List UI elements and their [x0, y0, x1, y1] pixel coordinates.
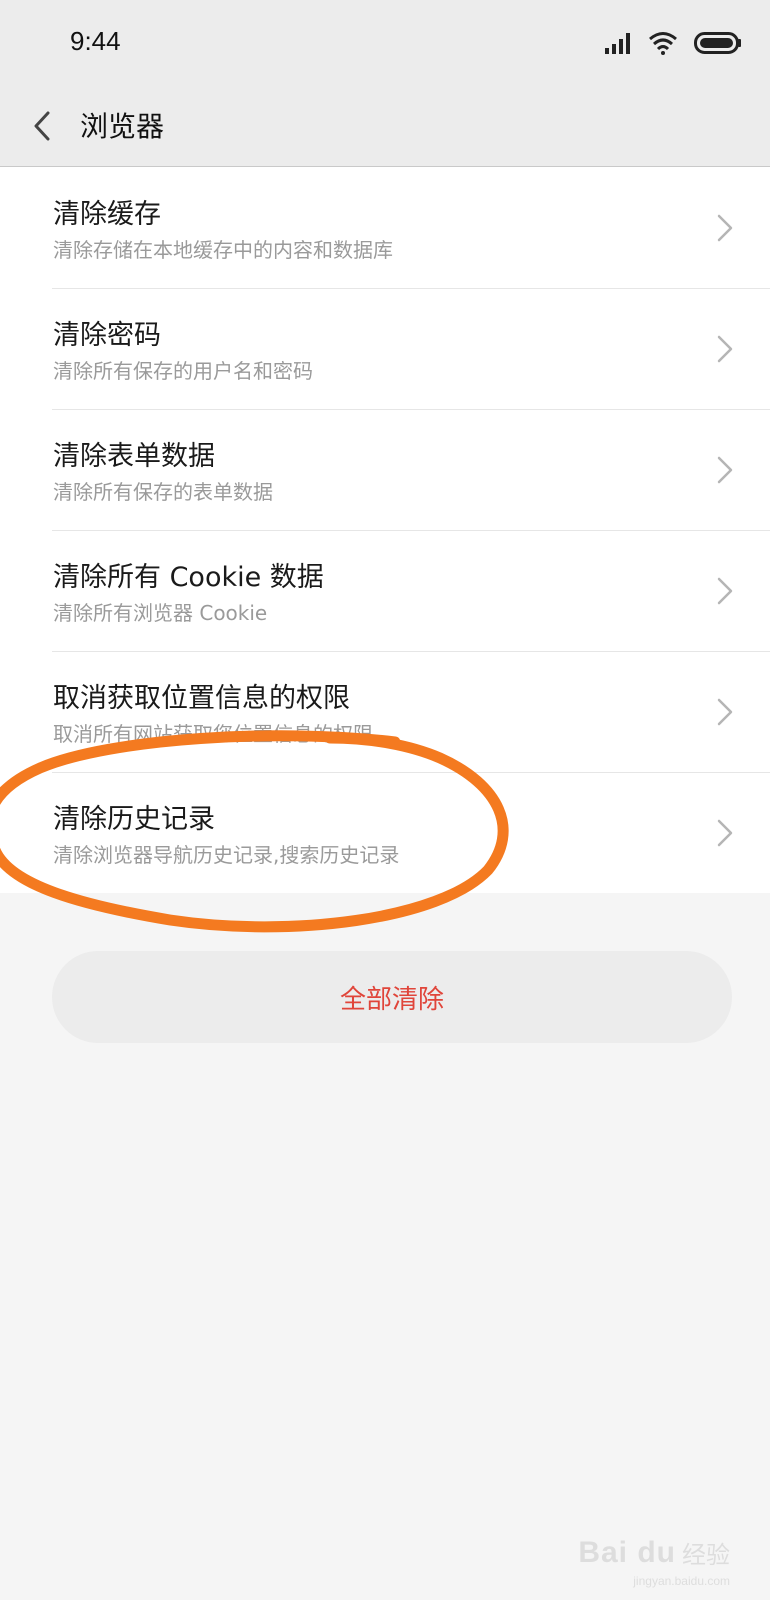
clear-all-label: 全部清除 [339, 984, 444, 1015]
item-title: 取消获取位置信息的权限 [53, 683, 350, 714]
item-subtitle: 清除存储在本地缓存中的内容和数据库 [53, 238, 393, 262]
item-title: 清除表单数据 [53, 441, 215, 472]
clear-passwords-item[interactable]: 清除密码 清除所有保存的用户名和密码 [0, 288, 770, 409]
chevron-right-icon [717, 698, 733, 726]
signal-icon [605, 33, 630, 54]
item-title: 清除所有 Cookie 数据 [53, 562, 324, 593]
chevron-right-icon [717, 456, 733, 484]
watermark-url: jingyan.baidu.com [633, 1574, 730, 1588]
clear-cache-item[interactable]: 清除缓存 清除存储在本地缓存中的内容和数据库 [0, 167, 770, 288]
item-title: 清除历史记录 [53, 804, 215, 835]
item-subtitle: 清除所有保存的用户名和密码 [53, 359, 313, 383]
chevron-left-icon [34, 111, 50, 141]
wifi-icon [649, 32, 677, 55]
battery-icon [694, 32, 741, 54]
item-title: 清除缓存 [53, 199, 161, 230]
item-subtitle: 取消所有网站获取您位置信息的权限 [53, 722, 373, 746]
clear-cookies-item[interactable]: 清除所有 Cookie 数据 清除所有浏览器 Cookie [0, 530, 770, 651]
revoke-location-permission-item[interactable]: 取消获取位置信息的权限 取消所有网站获取您位置信息的权限 [0, 651, 770, 772]
baidu-jingyan-watermark: Bai du 经验 jingyan.baidu.com [578, 1535, 730, 1588]
chevron-right-icon [717, 577, 733, 605]
chevron-right-icon [717, 214, 733, 242]
settings-list: 清除缓存 清除存储在本地缓存中的内容和数据库 清除密码 清除所有保存的用户名和密… [0, 167, 770, 893]
watermark-logo: Bai du [578, 1536, 676, 1569]
page-title: 浏览器 [80, 110, 165, 143]
clear-form-data-item[interactable]: 清除表单数据 清除所有保存的表单数据 [0, 409, 770, 530]
chevron-right-icon [717, 819, 733, 847]
back-button[interactable] [26, 106, 66, 146]
watermark-text: 经验 [682, 1541, 730, 1569]
clear-all-button[interactable]: 全部清除 [52, 951, 732, 1043]
clear-history-item[interactable]: 清除历史记录 清除浏览器导航历史记录,搜索历史记录 [0, 772, 770, 893]
item-subtitle: 清除所有保存的表单数据 [53, 480, 273, 504]
item-subtitle: 清除浏览器导航历史记录,搜索历史记录 [53, 843, 400, 867]
status-bar: 9:44 [0, 0, 770, 86]
item-subtitle: 清除所有浏览器 Cookie [53, 601, 268, 625]
app-bar: 浏览器 [0, 86, 770, 167]
item-title: 清除密码 [53, 320, 161, 351]
chevron-right-icon [717, 335, 733, 363]
status-icons [604, 28, 742, 58]
status-time: 9:44 [70, 26, 121, 56]
